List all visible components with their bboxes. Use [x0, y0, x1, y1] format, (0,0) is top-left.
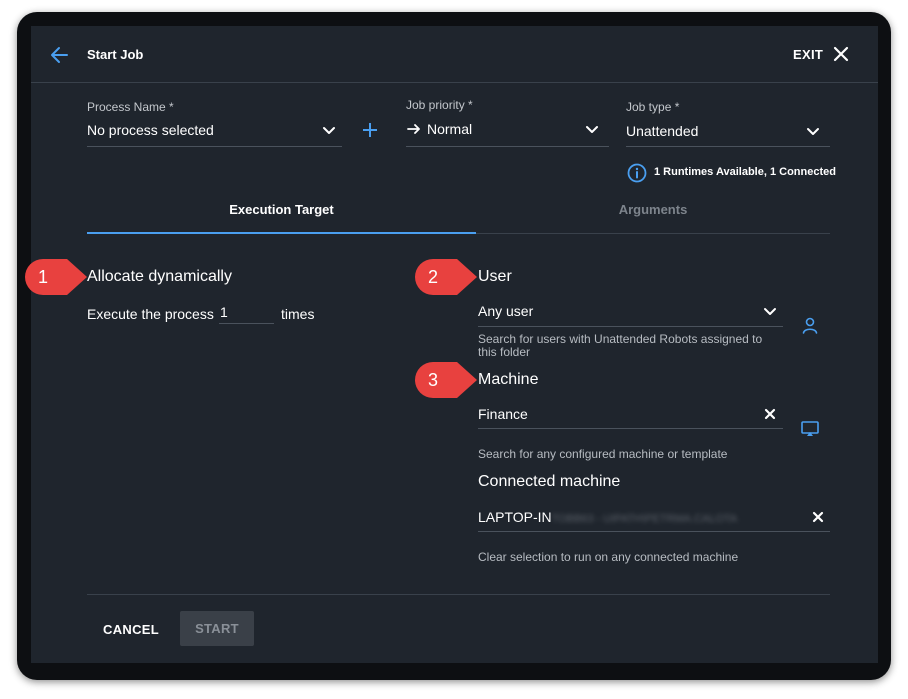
connected-machine-underline	[478, 531, 830, 532]
cancel-button[interactable]: CANCEL	[103, 622, 159, 637]
user-person-icon[interactable]	[801, 316, 819, 334]
chevron-down-icon[interactable]	[805, 123, 821, 139]
start-button[interactable]: START	[180, 611, 254, 646]
connected-machine-title: Connected machine	[478, 473, 621, 490]
callout-marker-1: 1	[23, 257, 123, 297]
clear-machine-icon[interactable]	[763, 407, 777, 421]
execute-count-underline	[219, 323, 274, 324]
machine-input-underline	[478, 428, 783, 429]
tab-execution-target[interactable]: Execution Target	[87, 202, 476, 217]
dialog-title: Start Job	[87, 47, 144, 62]
window-frame: Start Job EXIT Process Name * No process…	[17, 12, 891, 680]
active-tab-indicator	[87, 232, 476, 234]
callout-marker-2: 2	[413, 257, 513, 297]
callout-marker-3: 3	[413, 360, 513, 400]
job-priority-value[interactable]: Normal	[427, 121, 472, 137]
callout-number: 1	[37, 267, 48, 287]
machine-helper-text: Search for any configured machine or tem…	[478, 447, 728, 461]
chevron-down-icon[interactable]	[321, 122, 337, 138]
tab-arguments[interactable]: Arguments	[476, 202, 830, 217]
machine-monitor-icon[interactable]	[800, 419, 820, 439]
user-select-value[interactable]: Any user	[478, 303, 533, 319]
header-divider	[31, 82, 878, 83]
process-name-underline	[87, 146, 342, 147]
user-helper-text: Search for users with Unattended Robots …	[478, 332, 763, 359]
footer-divider	[87, 594, 830, 595]
callout-number: 2	[427, 267, 438, 287]
chevron-down-icon[interactable]	[584, 121, 600, 137]
execute-count-input[interactable]: 1	[220, 304, 228, 320]
chevron-down-icon[interactable]	[762, 303, 778, 319]
info-icon	[627, 163, 647, 183]
connected-machine-obscured: TOBB63 - UIPATH\PETRMA.CALOTA	[551, 513, 738, 525]
machine-input-value[interactable]: Finance	[478, 406, 528, 422]
tab-divider	[476, 233, 830, 234]
connected-machine-prefix: LAPTOP-IN	[478, 509, 552, 525]
job-type-value[interactable]: Unattended	[626, 123, 698, 139]
user-select-underline	[478, 326, 783, 327]
execute-prefix-text: Execute the process	[87, 306, 214, 322]
back-arrow-icon[interactable]	[49, 44, 71, 66]
connected-machine-value[interactable]: LAPTOP-INTOBB63 - UIPATH\PETRMA.CALOTA	[478, 509, 737, 525]
job-priority-label: Job priority *	[406, 98, 473, 112]
add-process-plus-icon[interactable]	[360, 120, 380, 140]
runtimes-info-text: 1 Runtimes Available, 1 Connected	[654, 166, 836, 178]
start-job-dialog: Start Job EXIT Process Name * No process…	[31, 26, 878, 663]
job-priority-underline	[406, 146, 609, 147]
process-name-value[interactable]: No process selected	[87, 122, 214, 138]
callout-number: 3	[427, 370, 438, 390]
execute-suffix-text: times	[281, 306, 315, 322]
connected-machine-helper-text: Clear selection to run on any connected …	[478, 550, 739, 564]
close-icon[interactable]	[831, 44, 851, 64]
exit-button[interactable]: EXIT	[793, 47, 823, 62]
arrow-right-icon	[406, 121, 422, 137]
job-type-label: Job type *	[626, 100, 680, 114]
process-name-label: Process Name *	[87, 100, 174, 114]
job-type-underline	[626, 146, 830, 147]
clear-connected-machine-icon[interactable]	[811, 510, 825, 524]
